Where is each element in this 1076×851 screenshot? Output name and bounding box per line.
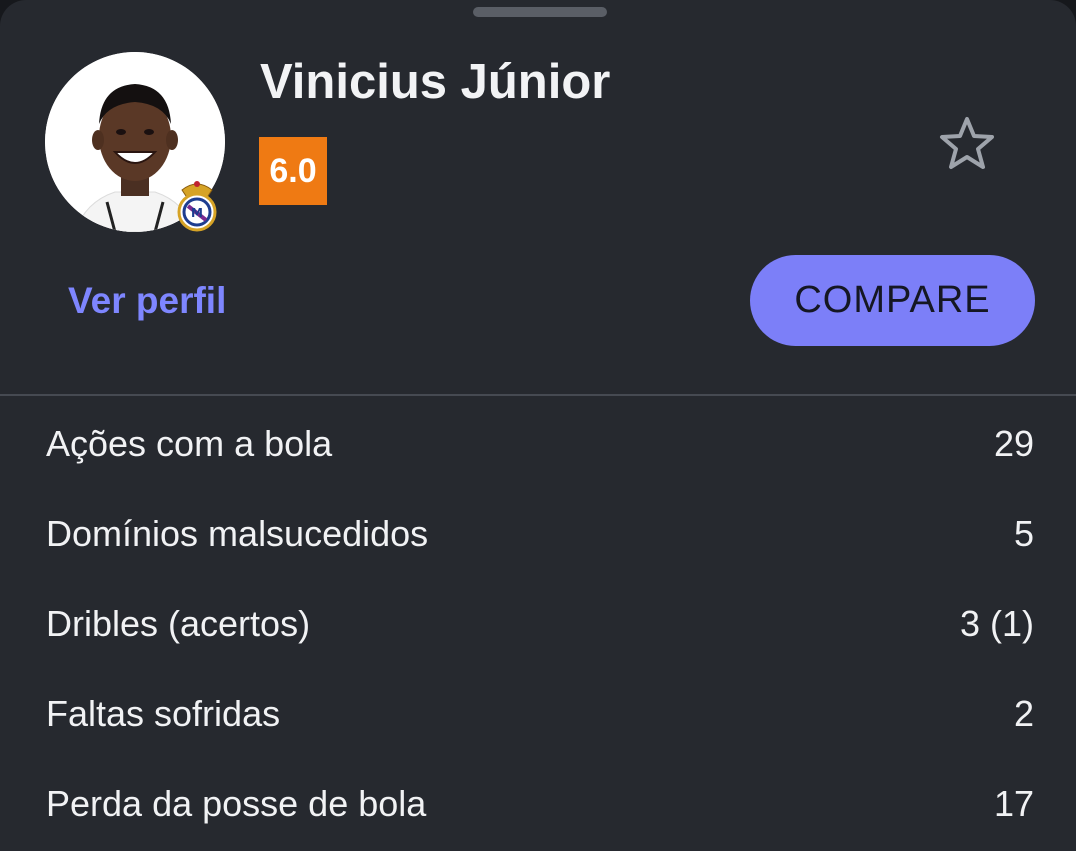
view-profile-link[interactable]: Ver perfil bbox=[68, 279, 226, 323]
section-divider bbox=[0, 394, 1076, 396]
stat-value: 17 bbox=[993, 783, 1034, 824]
club-crest-icon: M bbox=[174, 176, 220, 232]
svg-text:M: M bbox=[191, 206, 203, 220]
app-screen: M Vinicius Júnior 6.0 Ver perfil COMPARE… bbox=[0, 0, 1076, 851]
stat-label: Faltas sofridas bbox=[46, 693, 281, 734]
stat-label: Ações com a bola bbox=[46, 423, 333, 464]
stat-label: Domínios malsucedidos bbox=[46, 513, 429, 554]
stat-value: 29 bbox=[993, 423, 1034, 464]
star-outline-icon bbox=[940, 117, 994, 169]
drag-handle[interactable] bbox=[473, 7, 607, 17]
player-bottom-sheet: M Vinicius Júnior 6.0 Ver perfil COMPARE… bbox=[0, 0, 1076, 851]
stat-row-dribbles: Dribles (acertos) 3 (1) bbox=[0, 578, 1076, 668]
stat-row-possession-lost: Perda da posse de bola 17 bbox=[0, 758, 1076, 848]
player-rating-badge: 6.0 bbox=[259, 137, 327, 205]
stat-value: 2 bbox=[1013, 693, 1034, 734]
compare-button[interactable]: COMPARE bbox=[750, 255, 1035, 346]
stat-row-fouls-suffered: Faltas sofridas 2 bbox=[0, 668, 1076, 758]
stat-value: 5 bbox=[1013, 513, 1034, 554]
stat-label: Perda da posse de bola bbox=[46, 783, 427, 824]
favorite-button[interactable] bbox=[934, 110, 1000, 176]
stat-row-ball-actions: Ações com a bola 29 bbox=[0, 398, 1076, 488]
player-name: Vinicius Júnior bbox=[260, 55, 611, 109]
stat-label: Dribles (acertos) bbox=[46, 603, 311, 644]
stats-list: Ações com a bola 29 Domínios malsucedido… bbox=[0, 398, 1076, 848]
stat-row-failed-controls: Domínios malsucedidos 5 bbox=[0, 488, 1076, 578]
stat-value: 3 (1) bbox=[959, 603, 1034, 644]
